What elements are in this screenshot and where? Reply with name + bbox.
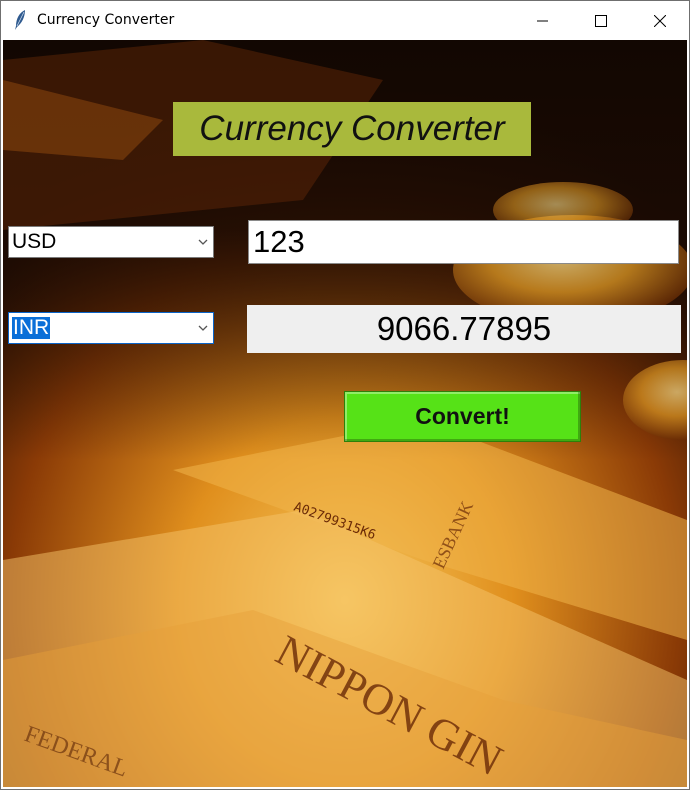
minimize-icon xyxy=(537,20,548,21)
close-icon xyxy=(654,14,666,27)
convert-button[interactable]: Convert! xyxy=(344,391,581,442)
app-heading: Currency Converter xyxy=(173,102,531,156)
to-currency-value: INR xyxy=(12,316,51,339)
chevron-down-icon[interactable] xyxy=(197,236,209,248)
title-bar[interactable]: Currency Converter xyxy=(1,1,689,40)
window-title: Currency Converter xyxy=(37,12,175,28)
amount-input[interactable] xyxy=(249,221,678,263)
minimize-button[interactable] xyxy=(514,1,572,40)
maximize-icon xyxy=(595,14,607,27)
from-currency-select[interactable]: USD xyxy=(8,226,214,258)
close-button[interactable] xyxy=(631,1,689,40)
app-content: A02799315K6 NIPPON GIN ESBANK FEDERAL Cu… xyxy=(3,40,687,787)
maximize-button[interactable] xyxy=(572,1,630,40)
amount-field[interactable] xyxy=(248,220,679,264)
converted-amount-display: 9066.77895 xyxy=(247,305,681,353)
chevron-down-icon[interactable] xyxy=(197,322,209,334)
feather-icon xyxy=(15,10,25,30)
from-currency-value: USD xyxy=(12,230,57,253)
app-window: Currency Converter A02799315K6 NIPPON GI… xyxy=(0,0,690,790)
to-currency-select[interactable]: INR xyxy=(8,312,214,344)
